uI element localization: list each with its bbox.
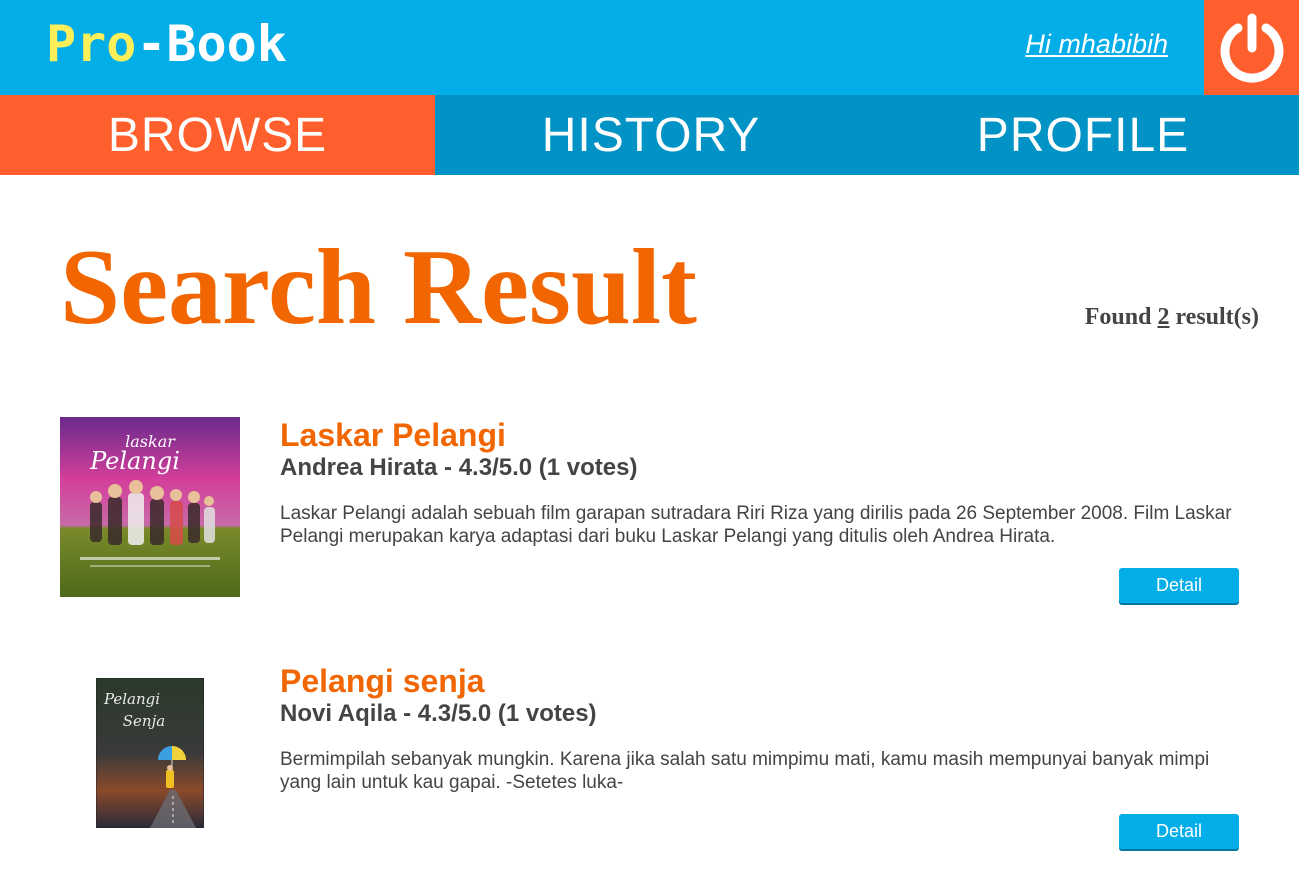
cover-title-line1: Pelangi	[103, 690, 160, 708]
user-greeting-link[interactable]: Hi mhabibih	[1025, 27, 1168, 61]
main-nav: BROWSE HISTORY PROFILE	[0, 95, 1299, 175]
logout-button[interactable]	[1204, 0, 1299, 95]
result-count: Found 2 result(s)	[1085, 304, 1259, 331]
logo-book: -Book	[136, 15, 287, 73]
result-count-suffix: result(s)	[1175, 304, 1259, 330]
header-bar: Pro-Book Hi mhabibih	[0, 0, 1299, 95]
book-meta: Novi Aqila - 4.3/5.0 (1 votes)	[280, 700, 597, 727]
book-title[interactable]: Pelangi senja	[280, 663, 485, 699]
page-title: Search Result	[60, 228, 697, 347]
app-logo[interactable]: Pro-Book	[46, 14, 287, 74]
logo-pro: Pro	[46, 15, 137, 73]
book-title[interactable]: Laskar Pelangi	[280, 417, 506, 453]
book-cover-image: Pelangi Senja	[96, 678, 204, 828]
book-description: Bermimpilah sebanyak mungkin. Karena jik…	[280, 749, 1210, 793]
result-count-prefix: Found	[1084, 304, 1152, 330]
book-description: Laskar Pelangi adalah sebuah film garapa…	[280, 503, 1232, 547]
power-icon	[1220, 13, 1283, 83]
detail-button[interactable]: Detail	[1119, 568, 1239, 603]
detail-button[interactable]: Detail	[1119, 814, 1239, 849]
cover-title-line2: Senja	[123, 712, 165, 730]
tab-browse[interactable]: BROWSE	[0, 95, 435, 175]
tab-profile[interactable]: PROFILE	[867, 95, 1299, 175]
result-count-number: 2	[1157, 304, 1170, 330]
book-cover-image: laskar Pelangi	[60, 417, 240, 597]
cover-title-line2: Pelangi	[89, 447, 180, 475]
book-meta: Andrea Hirata - 4.3/5.0 (1 votes)	[280, 454, 638, 481]
tab-history[interactable]: HISTORY	[435, 95, 867, 175]
